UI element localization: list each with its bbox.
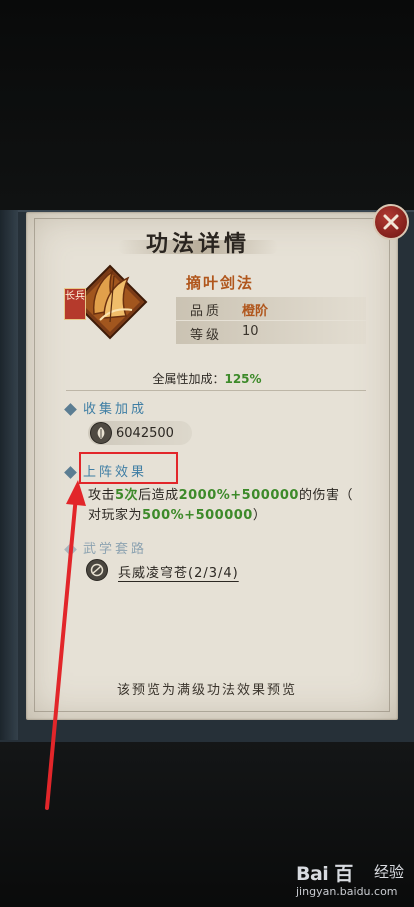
watermark-logo: Bai 百 [296,863,353,885]
annotation-arrow-icon [45,480,86,810]
watermark-url: jingyan.baidu.com [296,885,398,898]
watermark-text: 经验 [374,863,405,881]
watermark: Bai 百 经验 jingyan.baidu.com [296,855,406,903]
